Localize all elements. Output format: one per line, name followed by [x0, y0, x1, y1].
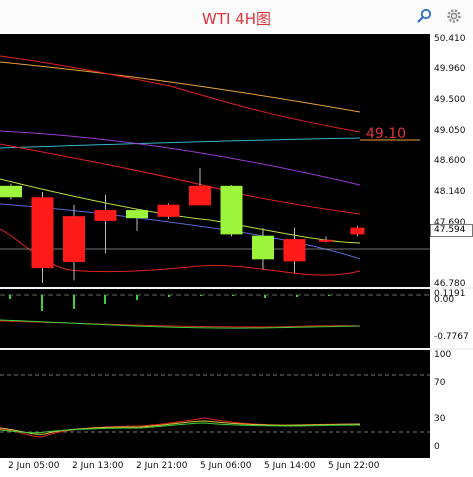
title-bar: WTI 4H图 [0, 0, 473, 35]
ma-line-green [0, 178, 361, 244]
rsi-line-red [0, 417, 361, 438]
macd-axis: 0.1191 0.00 -0.7767 [430, 289, 473, 348]
ma-line-orange [0, 61, 361, 113]
rsi-tick-label: 100 [434, 350, 452, 360]
time-axis: 2 Jun 05:00 2 Jun 13:00 2 Jun 21:00 5 Jun 0… [0, 458, 473, 477]
candle-body[interactable] [157, 204, 180, 217]
macd-bar [328, 295, 330, 296]
settings-icon[interactable] [446, 8, 462, 24]
candles-group [0, 168, 365, 283]
candle-body[interactable] [63, 216, 85, 263]
ma-line-red-mid [0, 143, 361, 215]
ma-line-red-lower [0, 228, 361, 276]
macd-bar [264, 295, 266, 298]
price-tick-label: 48.140 [434, 187, 466, 198]
candle-body[interactable] [126, 210, 148, 219]
time-tick-label: 5 Jun 14:00 [264, 461, 316, 471]
ma-line-blue [0, 203, 361, 260]
time-tick-label: 5 Jun 22:00 [328, 461, 380, 471]
candle-body[interactable] [350, 227, 365, 235]
candle-body[interactable] [220, 185, 243, 235]
time-tick-label: 2 Jun 05:00 [8, 461, 60, 471]
rsi-axis: 100 70 30 0 [430, 350, 473, 458]
rsi-chart[interactable] [0, 350, 430, 458]
macd-main-green [0, 319, 361, 329]
macd-bar [168, 295, 170, 297]
time-tick-label: 2 Jun 13:00 [72, 461, 124, 471]
macd-chart[interactable] [0, 289, 430, 348]
macd-bar [104, 295, 106, 304]
level-label: 49.10 [366, 126, 406, 142]
candle-body[interactable] [31, 197, 54, 269]
macd-bar [200, 295, 202, 296]
price-chart-panel[interactable]: 49.10 [0, 34, 430, 287]
macd-bar [9, 295, 11, 299]
chart-title: WTI 4H图 [201, 10, 271, 28]
rsi-line-yellow [0, 420, 361, 435]
time-tick-label: 5 Jun 06:00 [200, 461, 252, 471]
candle-body[interactable] [94, 210, 117, 221]
price-axis: 50.410 49.960 49.500 49.050 48.600 48.140 47.6… [430, 34, 473, 289]
macd-bar [136, 295, 138, 300]
macd-bar [232, 295, 234, 296]
price-tick-label: 49.050 [434, 125, 466, 136]
candle-body[interactable] [252, 235, 274, 260]
candle-body[interactable] [0, 185, 22, 198]
time-tick-label: 2 Jun 21:00 [136, 461, 188, 471]
candle-body[interactable] [189, 185, 211, 206]
price-chart[interactable]: 49.10 [0, 34, 430, 287]
rsi-tick-label: 30 [434, 414, 446, 425]
current-price-label: 47.594 [430, 224, 473, 238]
rsi-tick-label: 0 [434, 442, 440, 452]
search-icon[interactable] [417, 8, 433, 24]
price-tick-label: 46.780 [434, 278, 466, 289]
price-tick-label: 48.600 [434, 156, 466, 167]
macd-bar [41, 295, 43, 311]
rsi-tick-label: 70 [434, 377, 446, 388]
rsi-panel[interactable] [0, 350, 430, 458]
price-tick-label: 49.960 [434, 64, 466, 75]
price-tick-label: 49.500 [434, 95, 466, 106]
macd-bar [296, 295, 298, 297]
macd-histogram [9, 295, 330, 311]
macd-panel[interactable] [0, 289, 430, 348]
ma-line-teal [0, 137, 361, 149]
macd-bar [73, 295, 75, 309]
candle-body[interactable] [283, 239, 306, 262]
price-tick-label: 50.410 [434, 34, 466, 45]
candle-body[interactable] [319, 239, 333, 242]
macd-tick-label: -0.7767 [434, 332, 469, 342]
macd-tick-label: 0.00 [434, 295, 455, 305]
